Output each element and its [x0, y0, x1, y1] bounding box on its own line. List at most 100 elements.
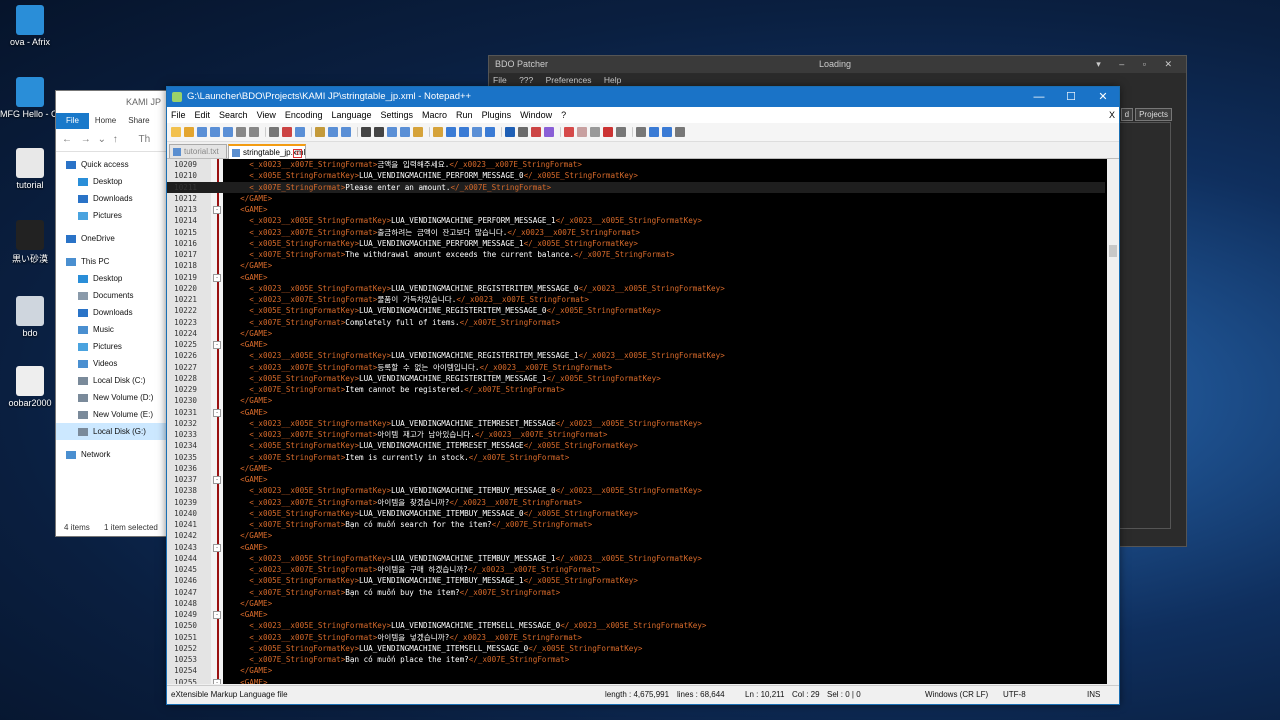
nav-item-videos[interactable]: Videos [56, 355, 167, 372]
menu-settings[interactable]: Settings [381, 110, 414, 120]
menu-macro[interactable]: Macro [422, 110, 447, 120]
nav-item-pictures[interactable]: Pictures [56, 207, 167, 224]
bdo-titlebar[interactable]: BDO Patcher Loading ▾ – ▫ ✕ [489, 56, 1186, 73]
menu-window[interactable]: Window [520, 110, 552, 120]
npp-titlebar[interactable]: G:\Launcher\BDO\Projects\KAMI JP\stringt… [167, 87, 1119, 107]
nav-item-network[interactable]: Network [56, 446, 167, 463]
nav-item-quick-access[interactable]: Quick access [56, 156, 167, 173]
menu-search[interactable]: Search [219, 110, 248, 120]
code-line[interactable]: 10225 - <GAME> [167, 339, 1105, 350]
eye-icon[interactable] [616, 127, 626, 137]
code-editor[interactable]: 10209 <_x0023__x007E_StringFormat>금액을 입력… [167, 159, 1119, 684]
code-line[interactable]: 10213 - <GAME> [167, 204, 1105, 215]
bdo-menu-help[interactable]: Help [604, 75, 621, 85]
menu-run[interactable]: Run [456, 110, 473, 120]
fold-toggle-icon[interactable]: - [213, 476, 221, 484]
desktop-icon-5[interactable]: oobar2000 [0, 366, 60, 408]
code-line[interactable]: 10237 - <GAME> [167, 474, 1105, 485]
ribbon-file-tab[interactable]: File [56, 113, 89, 129]
save-icon[interactable] [197, 127, 207, 137]
nav-item-new-volume-e[interactable]: New Volume (E:) [56, 406, 167, 423]
code-line[interactable]: 10232 <_x0023__x005E_StringFormatKey>LUA… [167, 418, 1105, 429]
explorer-titlebar[interactable]: KAMI JP [56, 91, 167, 113]
code-line[interactable]: 10241 <_x007E_StringFormat>Bạn có muốn s… [167, 519, 1105, 530]
code-line[interactable]: 10255 - <GAME> [167, 677, 1105, 684]
chevron-down-icon[interactable]: ⌄ [98, 134, 106, 145]
close-button[interactable]: ✕ [1087, 87, 1119, 107]
code-line[interactable]: 10233 <_x0023__x007E_StringFormat>아이템 재고… [167, 429, 1105, 440]
code-line[interactable]: 10210 <_x005E_StringFormatKey>LUA_VENDIN… [167, 170, 1105, 181]
new-file-icon[interactable] [171, 127, 181, 137]
nav-item-onedrive[interactable]: OneDrive [56, 230, 167, 247]
vertical-scrollbar[interactable] [1107, 159, 1119, 684]
fold-toggle-icon[interactable]: - [213, 408, 221, 417]
menu-view[interactable]: View [257, 110, 276, 120]
tab-tutorial[interactable]: tutorial.txt [169, 144, 227, 158]
code-line[interactable]: 10212 </GAME> [167, 193, 1105, 204]
maximize-button[interactable]: ☐ [1055, 87, 1087, 107]
ribbon-share-tab[interactable]: Share [122, 113, 155, 129]
code-line[interactable]: 10215 <_x0023__x007E_StringFormat>출금하려는 … [167, 227, 1105, 238]
spell-icon[interactable] [603, 127, 613, 137]
fast-forward-icon[interactable] [662, 127, 672, 137]
fold-toggle-icon[interactable]: - [213, 678, 221, 684]
fold-toggle-icon[interactable]: - [213, 206, 221, 214]
notepad-plus-plus-window[interactable]: G:\Launcher\BDO\Projects\KAMI JP\stringt… [166, 86, 1120, 705]
play-multiple-icon[interactable] [577, 127, 587, 137]
menu-encoding[interactable]: Encoding [285, 110, 323, 120]
code-line[interactable]: 10235 <_x007E_StringFormat>Item is curre… [167, 452, 1105, 463]
code-line[interactable]: 10240 <_x005E_StringFormatKey>LUA_VENDIN… [167, 508, 1105, 519]
code-line[interactable]: 10224 </GAME> [167, 328, 1105, 339]
code-lines[interactable]: 10209 <_x0023__x007E_StringFormat>금액을 입력… [167, 159, 1105, 684]
menu-plugins[interactable]: Plugins [482, 110, 512, 120]
fold-toggle-icon[interactable]: - [213, 273, 221, 282]
fold-toggle-icon[interactable]: - [213, 611, 221, 619]
nav-item-desktop[interactable]: Desktop [56, 270, 167, 287]
code-line[interactable]: 10226 <_x0023__x005E_StringFormatKey>LUA… [167, 350, 1105, 361]
nav-item-documents[interactable]: Documents [56, 287, 167, 304]
find-icon[interactable] [341, 127, 351, 137]
code-line[interactable]: 10254 </GAME> [167, 665, 1105, 676]
record-macro-icon[interactable] [531, 127, 541, 137]
code-line[interactable]: 10247 <_x007E_StringFormat>Bạn có muốn b… [167, 587, 1105, 598]
close-icon[interactable] [223, 127, 233, 137]
code-line[interactable]: 10218 </GAME> [167, 260, 1105, 271]
code-line[interactable]: 10236 </GAME> [167, 463, 1105, 474]
nav-item-new-volume-d[interactable]: New Volume (D:) [56, 389, 167, 406]
nav-item-desktop[interactable]: Desktop [56, 173, 167, 190]
ribbon-home-tab[interactable]: Home [89, 113, 122, 129]
desktop-icon-2[interactable]: tutorial [0, 148, 60, 190]
open-file-icon[interactable] [184, 127, 194, 137]
code-line[interactable]: 10244 <_x0023__x005E_StringFormatKey>LUA… [167, 553, 1105, 564]
close-tab-icon[interactable]: x [293, 149, 302, 158]
code-line[interactable]: 10238 <_x0023__x005E_StringFormatKey>LUA… [167, 485, 1105, 496]
save-macro-icon[interactable] [590, 127, 600, 137]
code-line[interactable]: 10253 <_x007E_StringFormat>Bạn có muốn p… [167, 654, 1105, 665]
bdo-menu-file[interactable]: File [493, 75, 507, 85]
desktop-icon-3[interactable]: 黒い砂漠 [0, 220, 60, 265]
desktop-icon-4[interactable]: bdo [0, 296, 60, 338]
all-chars-icon[interactable] [459, 127, 469, 137]
menu-language[interactable]: Language [331, 110, 371, 120]
code-line[interactable]: 10230 </GAME> [167, 395, 1105, 406]
code-line[interactable]: 10216 <_x005E_StringFormatKey>LUA_VENDIN… [167, 238, 1105, 249]
forward-icon[interactable] [649, 127, 659, 137]
fold-toggle-icon[interactable]: - [213, 543, 221, 552]
sync-h-icon[interactable] [413, 127, 423, 137]
close-all-icon[interactable] [236, 127, 246, 137]
close-document-icon[interactable]: X [1109, 107, 1115, 123]
desktop-icon-1[interactable]: MFG Hello - OMFG [0, 77, 60, 119]
redo-icon[interactable] [328, 127, 338, 137]
code-line[interactable]: 10221 <_x0023__x007E_StringFormat>물품이 가득… [167, 294, 1105, 305]
code-line[interactable]: 10243 - <GAME> [167, 542, 1105, 553]
code-line[interactable]: 10242 </GAME> [167, 530, 1105, 541]
copy-icon[interactable] [282, 127, 292, 137]
undo-icon[interactable] [315, 127, 325, 137]
bdo-tab-projects[interactable]: Projects [1135, 108, 1172, 121]
bdo-tab-d[interactable]: d [1120, 108, 1134, 121]
paste-icon[interactable] [295, 127, 305, 137]
monitor-icon[interactable] [518, 127, 528, 137]
code-line[interactable]: 10249 - <GAME> [167, 609, 1105, 620]
nav-item-this-pc[interactable]: This PC [56, 253, 167, 270]
code-line[interactable]: 10214 <_x0023__x005E_StringFormatKey>LUA… [167, 215, 1105, 226]
